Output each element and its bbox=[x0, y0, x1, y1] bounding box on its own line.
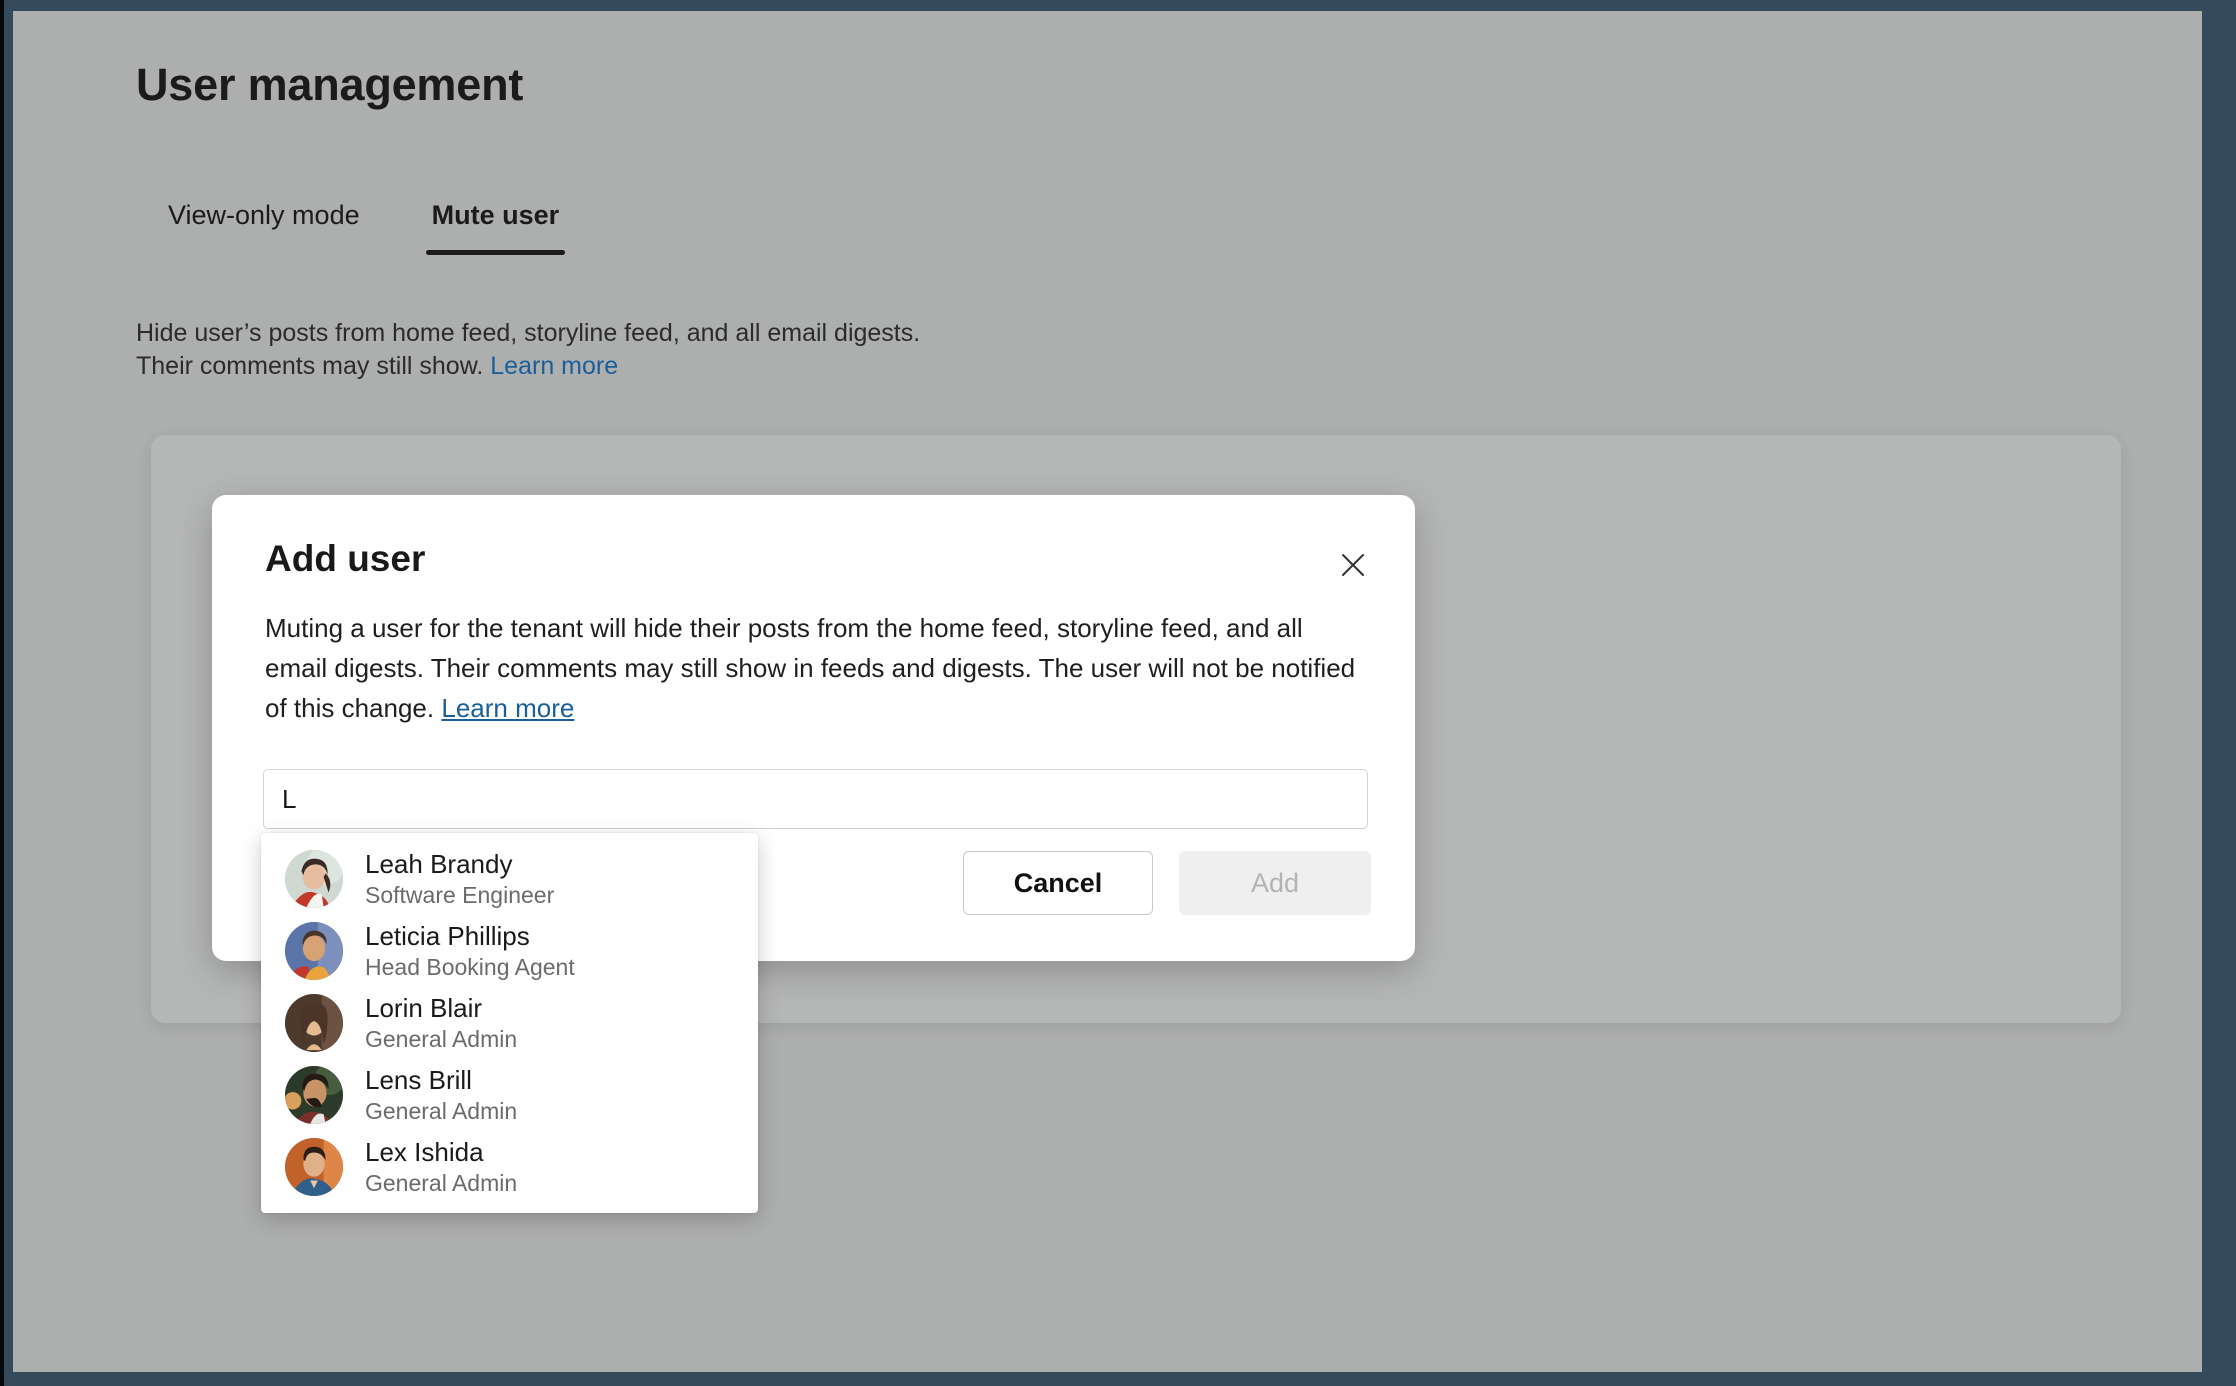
add-button[interactable]: Add bbox=[1179, 851, 1371, 915]
list-item-name: Lens Brill bbox=[365, 1064, 472, 1095]
list-item[interactable]: Leticia Phillips Head Booking Agent bbox=[261, 915, 758, 987]
list-item[interactable]: Lex Ishida General Admin bbox=[261, 1131, 758, 1203]
list-item-role: Head Booking Agent bbox=[365, 954, 575, 981]
tab-label: View-only mode bbox=[168, 200, 360, 230]
cancel-button[interactable]: Cancel bbox=[963, 851, 1153, 915]
list-item-name: Lex Ishida bbox=[365, 1136, 484, 1167]
dialog-action-bar: Cancel Add bbox=[963, 851, 1371, 915]
list-item-name: Leah Brandy bbox=[365, 848, 513, 879]
dialog-body-text: Muting a user for the tenant will hide t… bbox=[265, 613, 1356, 723]
list-item[interactable]: Lorin Blair General Admin bbox=[261, 987, 758, 1059]
page-learn-more-link[interactable]: Learn more bbox=[490, 352, 618, 380]
tab-bar: View-only mode Mute user bbox=[150, 197, 596, 255]
user-search-input[interactable] bbox=[264, 783, 1367, 815]
tab-view-only-mode[interactable]: View-only mode bbox=[150, 197, 396, 233]
user-search-field[interactable] bbox=[263, 769, 1368, 829]
user-suggestion-dropdown[interactable]: Leah Brandy Software Engineer Leticia Ph… bbox=[261, 833, 758, 1213]
app-canvas: User management View-only mode Mute user… bbox=[13, 11, 2202, 1372]
list-item-text: Lex Ishida General Admin bbox=[365, 1137, 517, 1198]
list-item-name: Lorin Blair bbox=[365, 992, 483, 1023]
list-item[interactable]: Leah Brandy Software Engineer bbox=[261, 843, 758, 915]
window-chrome: User management View-only mode Mute user… bbox=[0, 0, 2236, 1386]
avatar bbox=[285, 1066, 343, 1124]
avatar bbox=[285, 850, 343, 908]
tab-mute-user[interactable]: Mute user bbox=[396, 197, 596, 255]
avatar bbox=[285, 994, 343, 1052]
list-item-text: Lorin Blair General Admin bbox=[365, 993, 517, 1054]
list-item-role: General Admin bbox=[365, 1026, 518, 1053]
close-icon[interactable] bbox=[1331, 543, 1375, 587]
list-item[interactable]: Lens Brill General Admin bbox=[261, 1059, 758, 1131]
dialog-learn-more-link[interactable]: Learn more bbox=[441, 693, 574, 723]
list-item-role: Software Engineer bbox=[365, 882, 555, 909]
page-title: User management bbox=[136, 59, 524, 110]
list-item-text: Lens Brill General Admin bbox=[365, 1065, 517, 1126]
list-item-text: Leticia Phillips Head Booking Agent bbox=[365, 921, 575, 982]
dialog-title: Add user bbox=[265, 538, 426, 579]
avatar bbox=[285, 1138, 343, 1196]
list-item-name: Leticia Phillips bbox=[365, 920, 530, 951]
list-item-role: General Admin bbox=[365, 1170, 518, 1197]
list-item-role: General Admin bbox=[365, 1098, 518, 1125]
page-description-line-1: Hide user’s posts from home feed, storyl… bbox=[136, 319, 921, 347]
avatar bbox=[285, 922, 343, 980]
tab-label: Mute user bbox=[431, 200, 560, 230]
dialog-body: Muting a user for the tenant will hide t… bbox=[265, 608, 1365, 728]
page-description: Hide user’s posts from home feed, storyl… bbox=[136, 317, 920, 383]
list-item-text: Leah Brandy Software Engineer bbox=[365, 849, 554, 910]
page-description-line-2: Their comments may still show. bbox=[136, 352, 484, 380]
